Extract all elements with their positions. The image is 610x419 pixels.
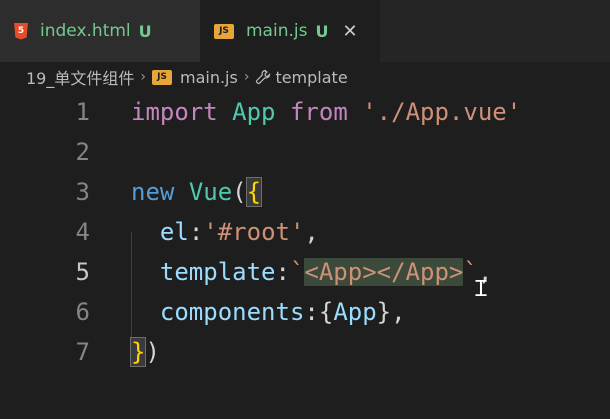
breadcrumb-folder[interactable]: 19_单文件组件 bbox=[26, 65, 134, 89]
backtick: ` bbox=[289, 258, 305, 286]
code-text[interactable]: }) bbox=[129, 337, 160, 367]
close-icon[interactable]: ✕ bbox=[342, 21, 357, 42]
code-text[interactable]: el:'#root', bbox=[131, 218, 319, 246]
code-text[interactable]: template:`<App></App>`, bbox=[131, 258, 492, 286]
line-number: 3 bbox=[75, 178, 90, 206]
untracked-badge: U bbox=[138, 21, 152, 41]
comma: , bbox=[304, 218, 319, 246]
vscode-window: 5 index.html U JS main.js U ✕ 19_单文件组件 ›… bbox=[0, 0, 610, 419]
property-key: components bbox=[159, 298, 305, 326]
brace: } bbox=[376, 298, 392, 326]
identifier: App bbox=[333, 298, 377, 326]
keyword: import bbox=[131, 98, 218, 126]
line-number: 6 bbox=[75, 298, 90, 326]
line-number: 1 bbox=[75, 98, 90, 126]
breadcrumb: 19_单文件组件 › JS main.js › template bbox=[0, 62, 610, 92]
tab-label: main.js bbox=[246, 21, 308, 41]
identifier: Vue bbox=[188, 178, 233, 206]
tab-main-js[interactable]: JS main.js U ✕ bbox=[200, 0, 380, 62]
template-string-highlight: <App></App> bbox=[304, 258, 464, 286]
breadcrumb-symbol[interactable]: template bbox=[275, 68, 347, 87]
line-number: 7 bbox=[75, 338, 90, 366]
html5-icon: 5 bbox=[14, 22, 28, 40]
chevron-right-icon: › bbox=[243, 69, 250, 85]
tab-bar: 5 index.html U JS main.js U ✕ bbox=[0, 0, 610, 62]
breadcrumb-file[interactable]: main.js bbox=[180, 68, 238, 87]
code-text[interactable]: import App from './App.vue' bbox=[131, 98, 521, 126]
code-text[interactable]: new Vue({ bbox=[131, 177, 263, 207]
chevron-right-icon: › bbox=[140, 69, 146, 85]
code-line[interactable]: 6 components:{App}, bbox=[0, 292, 610, 332]
colon: : bbox=[304, 298, 319, 326]
property-key: el bbox=[159, 218, 189, 246]
colon: : bbox=[275, 258, 290, 286]
keyword: from bbox=[289, 98, 348, 126]
code-editor[interactable]: 1 import App from './App.vue' 2 3 new Vu… bbox=[0, 92, 610, 419]
code-line[interactable]: 4 el:'#root', bbox=[0, 212, 610, 252]
code-line[interactable]: 7 }) bbox=[0, 332, 610, 372]
keyword: new bbox=[131, 178, 175, 206]
property-key: template bbox=[159, 258, 276, 286]
code-line[interactable]: 3 new Vue({ bbox=[0, 172, 610, 212]
tab-label: index.html bbox=[40, 21, 131, 41]
code-line[interactable]: 1 import App from './App.vue' bbox=[0, 92, 610, 132]
matched-brace: } bbox=[129, 337, 147, 367]
code-line[interactable]: 2 bbox=[0, 132, 610, 172]
line-number: 2 bbox=[75, 138, 90, 166]
untracked-badge: U bbox=[315, 21, 329, 41]
line-number: 4 bbox=[75, 218, 90, 246]
text-cursor-icon: Ｉ bbox=[470, 277, 493, 302]
code-line-current[interactable]: 5 template:`<App></App>`, bbox=[0, 252, 610, 292]
line-number: 5 bbox=[75, 258, 90, 286]
code-text[interactable]: components:{App}, bbox=[131, 298, 406, 326]
string-literal: './App.vue' bbox=[362, 98, 522, 126]
comma: , bbox=[391, 298, 406, 326]
matched-brace: { bbox=[245, 177, 263, 207]
identifier: App bbox=[232, 98, 276, 126]
colon: : bbox=[188, 218, 204, 246]
js-icon: JS bbox=[151, 69, 172, 85]
paren: ( bbox=[232, 178, 247, 206]
wrench-icon bbox=[255, 69, 271, 85]
brace: { bbox=[318, 298, 334, 326]
paren: ) bbox=[145, 338, 160, 366]
js-icon: JS bbox=[214, 23, 234, 39]
tab-index-html[interactable]: 5 index.html U bbox=[0, 0, 200, 62]
string-literal: '#root' bbox=[203, 218, 305, 246]
